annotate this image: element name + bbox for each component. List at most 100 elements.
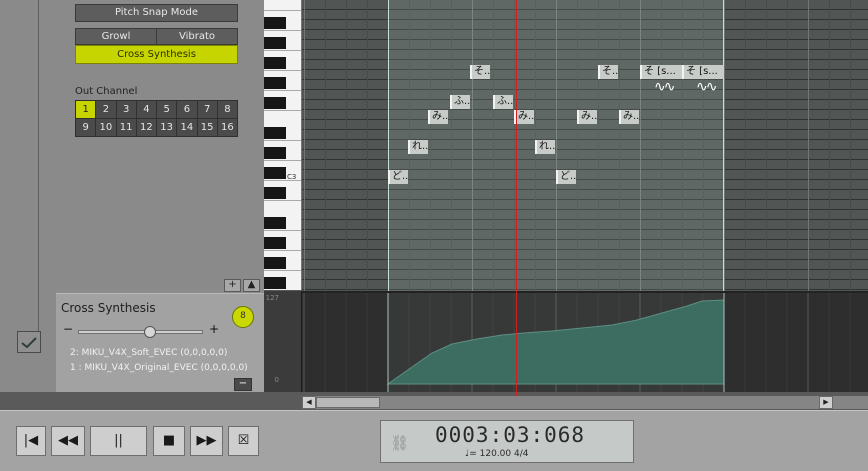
tempo-readout: ♩= 120.00 4/4	[465, 449, 529, 459]
note[interactable]: そ...	[470, 65, 490, 79]
channel-button[interactable]: 11	[116, 119, 136, 136]
out-channel-label: Out Channel	[75, 86, 138, 97]
channel-button[interactable]: 9	[76, 119, 96, 136]
vibrato-indicator-icon: ∿∿	[654, 79, 676, 95]
black-key[interactable]	[264, 217, 286, 229]
link-icon[interactable]: ⛓	[390, 434, 409, 452]
time-readout: 0003:03:068	[435, 423, 586, 447]
scale-max-label: 127	[265, 294, 279, 302]
slider-plus-label: +	[209, 322, 220, 336]
horizontal-scrollbar[interactable]: ◀ ▶	[302, 396, 868, 409]
stop-button[interactable]: ■	[153, 426, 185, 456]
playhead[interactable]	[516, 0, 517, 396]
cross-synthesis-title: Cross Synthesis	[61, 301, 156, 315]
slider-minus-label: −	[63, 322, 74, 336]
curve-toggle-button[interactable]	[17, 331, 41, 353]
channel-button[interactable]: 7	[197, 101, 217, 118]
channel-button[interactable]: 5	[157, 101, 177, 118]
gridline	[808, 0, 809, 291]
black-key[interactable]	[264, 97, 286, 109]
channel-button[interactable]: 1	[76, 101, 96, 118]
channel-button[interactable]: 6	[177, 101, 197, 118]
channel-button[interactable]: 13	[157, 119, 177, 136]
note[interactable]: み...	[514, 110, 534, 124]
growl-button[interactable]: Growl	[75, 28, 157, 45]
note[interactable]: そ...	[598, 65, 618, 79]
channel-button[interactable]: 3	[116, 101, 136, 118]
note[interactable]: ど...	[556, 170, 576, 184]
scroll-right-button[interactable]: ▶	[819, 396, 833, 409]
collapse-button[interactable]: −	[234, 378, 252, 391]
note[interactable]: み...	[577, 110, 597, 124]
black-key[interactable]	[264, 147, 286, 159]
fast-forward-button[interactable]: ▶▶	[190, 426, 223, 456]
rewind-button[interactable]: ◀◀	[51, 426, 85, 456]
voicebank-source-1: 1 : MIKU_V4X_Original_EVEC (0,0,0,0,0)	[70, 363, 248, 373]
vibrato-button[interactable]: Vibrato	[156, 28, 238, 45]
note[interactable]: れ...	[408, 140, 428, 154]
black-key[interactable]	[264, 277, 286, 289]
piano-roll[interactable]: ど...れ...み...ふ...そ...ふ...み...れ...ど...み...…	[302, 0, 868, 291]
piano-keyboard[interactable]	[264, 0, 302, 290]
black-key[interactable]	[264, 257, 286, 269]
out-channel-grid: 1 2 3 4 5 6 7 8 9 10 11 12 13 14 15 16	[75, 100, 238, 137]
gridline	[787, 0, 788, 291]
note[interactable]: み...	[619, 110, 639, 124]
checkmark-icon	[21, 337, 37, 349]
black-key[interactable]	[264, 237, 286, 249]
channel-button[interactable]: 14	[177, 119, 197, 136]
channel-button[interactable]: 2	[96, 101, 116, 118]
rail-divider	[38, 0, 39, 340]
cross-synthesis-knob[interactable]: 8	[232, 306, 254, 328]
gridline	[829, 0, 830, 291]
note[interactable]: ど...	[388, 170, 408, 184]
control-track[interactable]	[302, 291, 868, 392]
pause-button[interactable]: ||	[90, 426, 147, 456]
collapse-up-button[interactable]: ▲	[243, 279, 260, 292]
black-key[interactable]	[264, 187, 286, 199]
black-key[interactable]	[264, 167, 286, 179]
cross-synthesis-curve	[303, 293, 851, 392]
channel-button[interactable]: 4	[136, 101, 156, 118]
gridline	[325, 0, 326, 291]
cross-synthesis-slider[interactable]	[78, 326, 203, 338]
pitch-snap-mode-button[interactable]: Pitch Snap Mode	[75, 4, 238, 22]
slider-thumb[interactable]	[144, 326, 157, 338]
gridline	[766, 0, 767, 291]
gridline	[745, 0, 746, 291]
time-display: ⛓ 0003:03:068 ♩= 120.00 4/4	[380, 420, 634, 463]
selection-range	[388, 0, 724, 291]
scrollbar-thumb[interactable]	[316, 397, 380, 408]
black-key[interactable]	[264, 77, 286, 89]
note[interactable]: ふ...	[450, 95, 470, 109]
note[interactable]: ふ...	[493, 95, 513, 109]
c3-key-label: C3	[287, 173, 297, 181]
note[interactable]: れ...	[535, 140, 555, 154]
channel-button[interactable]: 12	[136, 119, 156, 136]
note[interactable]: そ [s...	[640, 65, 682, 79]
scroll-left-button[interactable]: ◀	[302, 396, 316, 409]
channel-button[interactable]: 15	[197, 119, 217, 136]
note[interactable]: み...	[428, 110, 448, 124]
white-key[interactable]	[264, 0, 301, 11]
channel-button[interactable]: 8	[217, 101, 237, 118]
black-key[interactable]	[264, 127, 286, 139]
channel-button[interactable]: 10	[96, 119, 116, 136]
black-key[interactable]	[264, 17, 286, 29]
note[interactable]: そ [s...	[682, 65, 724, 79]
loop-toggle-icon[interactable]: ☒	[228, 426, 259, 456]
gridline	[346, 0, 347, 291]
control-scale: 127 0	[264, 291, 302, 392]
cross-synthesis-button[interactable]: Cross Synthesis	[75, 45, 238, 64]
gridline	[850, 0, 851, 291]
rewind-to-start-button[interactable]: |◀	[16, 426, 46, 456]
vibrato-indicator-icon: ∿∿	[696, 79, 718, 95]
add-button[interactable]: +	[224, 279, 241, 292]
black-key[interactable]	[264, 57, 286, 69]
cross-synthesis-panel: Cross Synthesis 8 − + 2: MIKU_V4X_Soft_E…	[56, 293, 264, 392]
black-key[interactable]	[264, 37, 286, 49]
channel-button[interactable]: 16	[217, 119, 237, 136]
transport-bar: |◀ ◀◀ || ■ ▶▶ ☒ ⛓ 0003:03:068 ♩= 120.00 …	[0, 410, 868, 471]
gridline	[367, 0, 368, 291]
gridline	[724, 0, 725, 291]
